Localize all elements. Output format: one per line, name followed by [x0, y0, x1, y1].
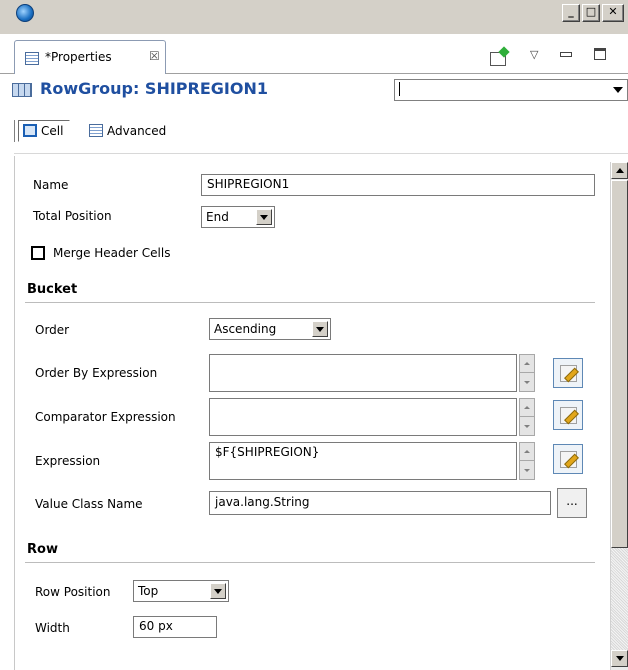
page-title: RowGroup: SHIPREGION1 [40, 79, 268, 98]
row-position-select[interactable]: Top [133, 580, 229, 602]
comparator-expression-edit-button[interactable] [553, 400, 583, 430]
text-cursor [399, 82, 400, 96]
merge-header-checkbox[interactable] [31, 246, 45, 260]
width-input[interactable]: 60 px [133, 616, 217, 638]
chevron-down-icon[interactable] [312, 321, 328, 337]
pin-view-icon[interactable] [490, 46, 510, 66]
value-class-name-input[interactable]: java.lang.String [209, 491, 551, 515]
browse-class-button[interactable]: ... [557, 488, 587, 518]
comparator-spinner[interactable] [519, 398, 535, 436]
total-position-select[interactable]: End [201, 206, 275, 228]
expression-edit-button[interactable] [553, 444, 583, 474]
row-divider [25, 562, 595, 563]
minimize-view-icon[interactable] [560, 52, 572, 57]
row-position-value: Top [138, 584, 159, 598]
row-position-label: Row Position [35, 585, 111, 599]
tab-cell-label: Cell [41, 124, 64, 138]
tab-properties[interactable]: *Properties ☒ [14, 40, 166, 74]
edit-pencil-icon [560, 407, 577, 424]
bucket-section-title: Bucket [27, 282, 78, 297]
tab-properties-label: *Properties [45, 50, 112, 64]
scrollbar-thumb[interactable] [611, 180, 628, 548]
edit-pencil-icon [560, 365, 577, 382]
maximize-button[interactable]: □ [582, 4, 600, 22]
properties-form: Name SHIPREGION1 Total Position End Merg… [14, 156, 610, 670]
order-value: Ascending [214, 322, 277, 336]
properties-icon [25, 52, 39, 65]
order-by-expression-label: Order By Expression [35, 366, 158, 380]
name-label: Name [33, 178, 69, 192]
comparator-expression-label: Comparator Expression [35, 410, 176, 424]
chevron-down-icon[interactable] [256, 209, 272, 225]
close-window-button[interactable]: ✕ [602, 4, 624, 22]
expression-spinner[interactable] [519, 442, 535, 480]
order-by-spinner[interactable] [519, 354, 535, 392]
tab-close-icon[interactable]: ☒ [149, 49, 160, 63]
subtab-divider [14, 120, 15, 142]
merge-header-label: Merge Header Cells [53, 246, 171, 260]
cell-icon [23, 124, 37, 137]
chevron-down-icon[interactable] [613, 87, 623, 93]
total-position-label: Total Position [33, 209, 112, 223]
expression-input[interactable]: $F{SHIPREGION} [209, 442, 517, 480]
scroll-up-button[interactable] [611, 162, 628, 179]
chevron-down-icon[interactable] [210, 583, 226, 599]
window-title-bar [0, 0, 628, 34]
tab-advanced[interactable]: Advanced [84, 120, 173, 142]
edit-pencil-icon [560, 451, 577, 468]
total-position-value: End [206, 210, 229, 224]
app-logo-icon [16, 4, 34, 22]
tab-cell[interactable]: Cell [18, 120, 71, 142]
scrollbar-track[interactable] [611, 548, 628, 650]
width-label: Width [35, 621, 70, 635]
table-icon [89, 124, 103, 137]
order-by-expression-input[interactable] [209, 354, 517, 392]
rowgroup-icon [12, 83, 32, 97]
minimize-button[interactable]: _ [562, 4, 580, 22]
scroll-down-button[interactable] [611, 650, 628, 667]
element-selector-combo[interactable] [394, 79, 628, 101]
row-section-title: Row [27, 542, 58, 557]
bucket-divider [25, 302, 595, 303]
tab-advanced-label: Advanced [107, 124, 167, 138]
expression-label: Expression [35, 454, 101, 468]
name-input[interactable]: SHIPREGION1 [201, 174, 595, 196]
order-by-expression-edit-button[interactable] [553, 358, 583, 388]
vertical-scrollbar[interactable] [610, 162, 628, 670]
order-select[interactable]: Ascending [209, 318, 331, 340]
order-label: Order [35, 323, 70, 337]
maximize-view-icon[interactable] [594, 48, 606, 60]
view-menu-icon[interactable]: ▽ [530, 48, 538, 61]
value-class-name-label: Value Class Name [35, 497, 143, 511]
comparator-expression-input[interactable] [209, 398, 517, 436]
